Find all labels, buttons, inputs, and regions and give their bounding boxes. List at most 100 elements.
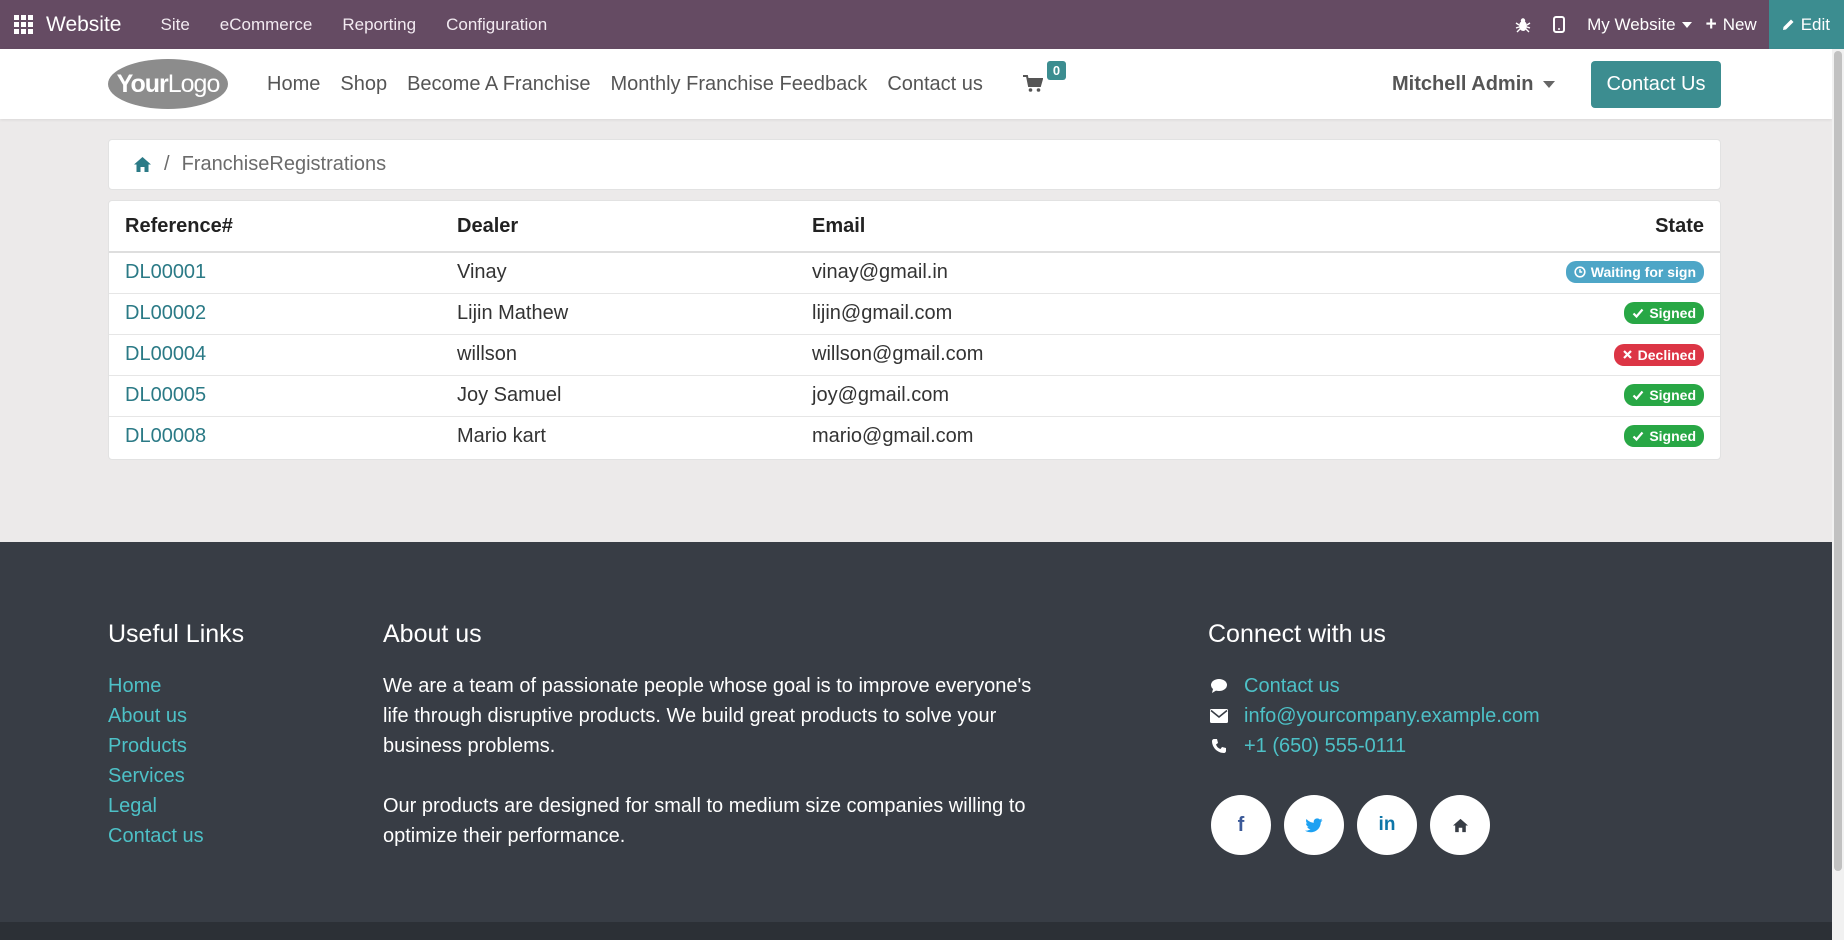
status-badge: Declined	[1613, 343, 1704, 366]
breadcrumb-current: FranchiseRegistrations	[181, 153, 387, 175]
footer-copyright-bar	[0, 922, 1832, 940]
home-icon[interactable]	[1430, 795, 1490, 855]
nav-shop[interactable]: Shop	[340, 73, 387, 96]
chevron-down-icon	[1681, 21, 1692, 28]
column-header-state: State	[1299, 201, 1720, 253]
status-text: Signed	[1649, 387, 1696, 403]
reference-link[interactable]: DL00005	[109, 375, 441, 417]
plus-icon: +	[1705, 13, 1717, 35]
check-icon	[1633, 390, 1644, 401]
connect-phone-link[interactable]: +1 (650) 555-0111	[1244, 731, 1406, 761]
column-header-dealer: Dealer	[441, 201, 796, 253]
breadcrumb-separator: /	[164, 153, 170, 175]
user-name: Mitchell Admin	[1392, 72, 1534, 95]
dealer-email: lijin@gmail.com	[796, 293, 1300, 335]
connect-title: Connect with us	[1208, 620, 1386, 648]
footer-link-home[interactable]: Home	[108, 671, 244, 701]
table-row[interactable]: DL00008 Mario kart mario@gmail.com Signe…	[109, 416, 1720, 457]
check-icon	[1633, 308, 1644, 319]
phone-icon	[1208, 738, 1230, 754]
about-paragraph-1: We are a team of passionate people whose…	[383, 675, 1032, 757]
edit-label: Edit	[1800, 14, 1830, 34]
useful-links-title: Useful Links	[108, 620, 245, 648]
column-header-email: Email	[796, 201, 1300, 253]
nav-monthly-feedback[interactable]: Monthly Franchise Feedback	[611, 73, 868, 96]
state-cell: Signed	[1299, 293, 1720, 335]
new-button[interactable]: + New	[1706, 14, 1757, 36]
about-section: About us We are a team of passionate peo…	[383, 620, 1043, 851]
app-name[interactable]: Website	[46, 13, 121, 37]
status-badge: Signed	[1624, 302, 1704, 324]
table-row[interactable]: DL00005 Joy Samuel joy@gmail.com Signed	[109, 375, 1720, 417]
user-menu[interactable]: Mitchell Admin	[1392, 49, 1556, 119]
nav-become-franchise[interactable]: Become A Franchise	[407, 73, 590, 96]
footer-link-contact[interactable]: Contact us	[108, 821, 244, 851]
page-scrollbar[interactable]	[1832, 49, 1844, 940]
facebook-icon[interactable]: f	[1211, 795, 1271, 855]
dealer-email: vinay@gmail.in	[796, 252, 1300, 294]
table-row[interactable]: DL00001 Vinay vinay@gmail.in Waiting for…	[109, 252, 1720, 294]
contact-row: Contact us	[1208, 671, 1540, 701]
chevron-down-icon	[1543, 80, 1556, 88]
contact-us-button[interactable]: Contact Us	[1591, 61, 1721, 108]
dealer-name: willson	[441, 334, 796, 376]
apps-menu-icon[interactable]	[0, 0, 46, 49]
footer-link-products[interactable]: Products	[108, 731, 244, 761]
connect-contact-link[interactable]: Contact us	[1244, 671, 1340, 701]
state-cell: Signed	[1299, 416, 1720, 457]
scrollbar-thumb[interactable]	[1834, 51, 1842, 871]
company-logo[interactable]: Your Logo	[108, 59, 228, 109]
status-text: Signed	[1649, 305, 1696, 321]
menu-reporting[interactable]: Reporting	[342, 15, 416, 35]
registrations-table: Reference# Dealer Email State DL00001 Vi…	[108, 200, 1721, 460]
table-row[interactable]: DL00002 Lijin Mathew lijin@gmail.com Sig…	[109, 293, 1720, 335]
mobile-preview-icon[interactable]	[1541, 16, 1577, 33]
footer-link-services[interactable]: Services	[108, 761, 244, 791]
pencil-icon	[1782, 19, 1794, 30]
social-links: f in	[1211, 795, 1540, 855]
nav-contact-us[interactable]: Contact us	[887, 73, 983, 96]
column-header-reference: Reference#	[109, 201, 441, 253]
breadcrumb: / FranchiseRegistrations	[108, 139, 1721, 190]
dealer-name: Joy Samuel	[441, 375, 796, 417]
footer-link-legal[interactable]: Legal	[108, 791, 244, 821]
logo-text-thin: Logo	[167, 69, 221, 98]
useful-links-section: Useful Links Home About us Products Serv…	[108, 620, 244, 851]
reference-link[interactable]: DL00004	[109, 334, 441, 376]
reference-link[interactable]: DL00001	[109, 252, 441, 294]
connect-email-link[interactable]: info@yourcompany.example.com	[1244, 701, 1540, 731]
linkedin-icon[interactable]: in	[1357, 795, 1417, 855]
state-cell: Waiting for sign	[1299, 252, 1720, 294]
reference-link[interactable]: DL00002	[109, 293, 441, 335]
dealer-email: joy@gmail.com	[796, 375, 1300, 417]
status-badge: Waiting for sign	[1565, 261, 1704, 284]
status-text: Declined	[1637, 346, 1696, 363]
menu-site[interactable]: Site	[160, 15, 189, 35]
menu-configuration[interactable]: Configuration	[446, 15, 547, 35]
table-row[interactable]: DL00004 willson willson@gmail.com Declin…	[109, 334, 1720, 376]
nav-home[interactable]: Home	[267, 73, 320, 96]
dealer-email: willson@gmail.com	[796, 334, 1300, 376]
logo-text-bold: Your	[116, 69, 169, 98]
cart-icon	[1022, 75, 1043, 92]
state-cell: Signed	[1299, 375, 1720, 417]
close-icon	[1622, 350, 1632, 359]
status-badge: Signed	[1624, 384, 1704, 406]
status-text: Waiting for sign	[1590, 264, 1696, 281]
edit-button[interactable]: Edit	[1768, 0, 1844, 49]
reference-link[interactable]: DL00008	[109, 416, 441, 457]
cart-button[interactable]: 0	[1022, 61, 1067, 93]
about-title: About us	[383, 620, 482, 648]
twitter-icon[interactable]	[1284, 795, 1344, 855]
dealer-name: Lijin Mathew	[441, 293, 796, 335]
table-header-row: Reference# Dealer Email State	[109, 201, 1720, 253]
footer-link-about[interactable]: About us	[108, 701, 244, 731]
menu-ecommerce[interactable]: eCommerce	[220, 15, 313, 35]
phone-row: +1 (650) 555-0111	[1208, 731, 1540, 761]
website-selector[interactable]: My Website	[1587, 15, 1692, 35]
site-header: Your Logo Home Shop Become A Franchise Mo…	[0, 49, 1832, 119]
dealer-email: mario@gmail.com	[812, 425, 974, 448]
main-nav: Home Shop Become A Franchise Monthly Fra…	[257, 49, 1067, 119]
home-icon[interactable]	[133, 156, 152, 173]
bug-icon[interactable]	[1505, 17, 1541, 33]
